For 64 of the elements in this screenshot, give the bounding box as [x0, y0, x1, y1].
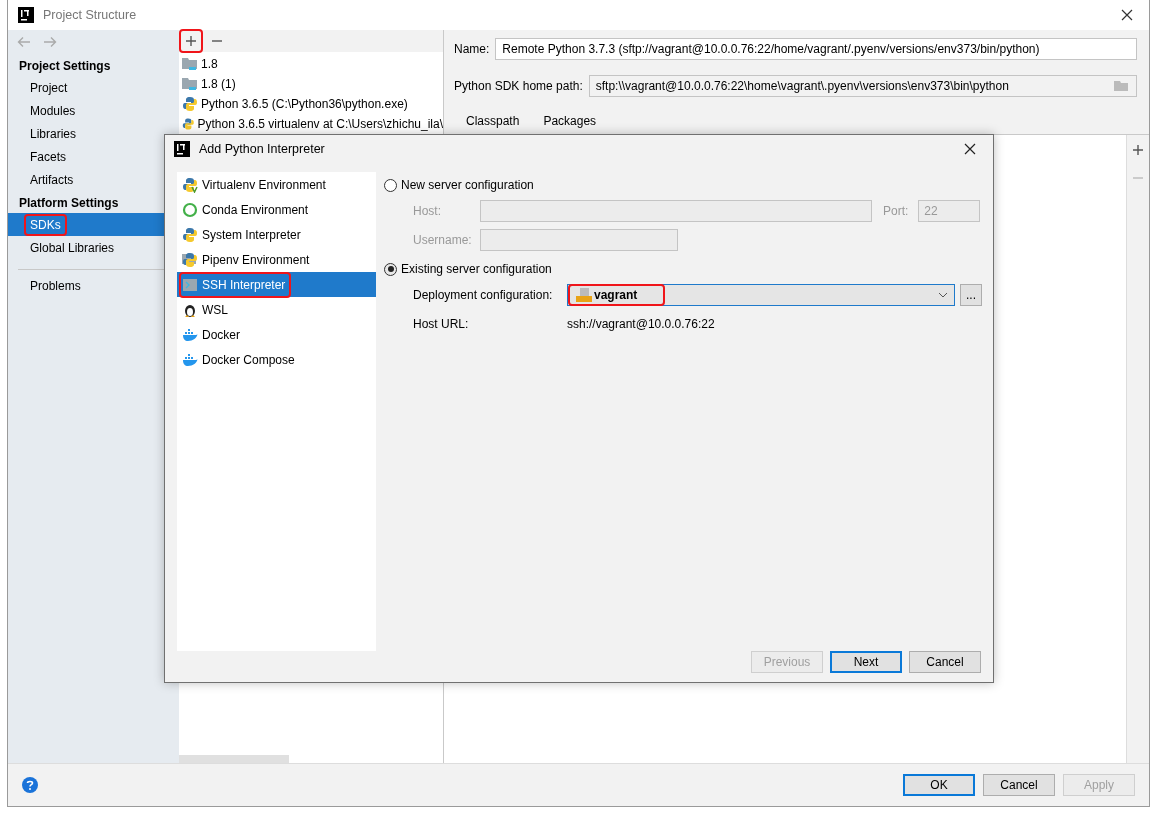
dialog-button[interactable]: Next [830, 651, 902, 673]
username-field[interactable] [480, 229, 678, 251]
python-icon [182, 176, 198, 193]
add-button[interactable] [181, 31, 201, 51]
sidebar-item[interactable]: Modules [8, 99, 179, 122]
field-label: Port: [883, 204, 909, 218]
folder-icon [182, 57, 198, 71]
host-field[interactable] [480, 200, 872, 222]
host-url-value: ssh://vagrant@10.0.0.76:22 [567, 317, 715, 331]
interpreter-type-item[interactable]: Conda Environment [177, 197, 376, 222]
tab[interactable]: Classpath [466, 114, 520, 128]
dropdown-caret-icon [938, 292, 948, 298]
interpreter-type-item[interactable]: Docker [177, 322, 376, 347]
sdk-list-item[interactable]: Python 3.6.5 (C:\Python36\python.exe) [201, 97, 408, 111]
ring-icon [182, 201, 198, 218]
field-label: Name: [454, 42, 490, 56]
interpreter-type-item[interactable]: Docker Compose [177, 347, 376, 372]
name-field[interactable]: Remote Python 3.7.3 (sftp://vagrant@10.0.0.76:22/home/vagrant/.pyenv/versions/env373/bin/python) [495, 38, 1137, 60]
radio-option[interactable]: Existing server configuration [384, 256, 552, 282]
add-icon [186, 36, 196, 46]
section-heading: Platform Settings [18, 195, 120, 212]
browse-button[interactable]: ... [960, 284, 982, 306]
dialog-button[interactable]: Cancel [983, 774, 1055, 796]
app-logo-icon [18, 7, 34, 23]
whale-icon [182, 351, 198, 368]
field-label: Username: [413, 233, 473, 247]
interpreter-type-item[interactable]: System Interpreter [177, 222, 376, 247]
deployment-dropdown[interactable]: vagrant [567, 284, 955, 306]
sdk-list-item[interactable]: 1.8 (1) [201, 77, 236, 91]
scrollbar-thumb[interactable] [179, 755, 289, 763]
app-logo-icon [174, 141, 190, 157]
field-label: Host: [413, 204, 442, 218]
dialog-title: Add Python Interpreter [199, 142, 326, 156]
dialog-button[interactable]: OK [903, 774, 975, 796]
sdk-list-item[interactable]: 1.8 [201, 57, 218, 71]
python-icon [182, 251, 198, 268]
field-label: Host URL: [413, 317, 470, 331]
section-heading: Project Settings [18, 58, 112, 75]
terminal-icon [182, 276, 198, 293]
python-icon [182, 96, 198, 112]
tab[interactable]: Packages [543, 114, 597, 128]
interpreter-type-item[interactable]: SSH Interpreter [177, 272, 376, 297]
field-label: Python SDK home path: [454, 79, 583, 93]
folder-icon [182, 77, 198, 91]
add-icon[interactable] [1133, 145, 1143, 155]
help-icon[interactable] [21, 776, 39, 794]
sdk-home-path-field[interactable]: sftp:\\vagrant@10.0.0.76:22\home\vagrant\.pyenv\versions\env373\bin\python [588, 75, 1137, 97]
forward-arrow-icon[interactable] [43, 36, 57, 48]
interpreter-type-item[interactable]: Pipenv Environment [177, 247, 376, 272]
close-icon[interactable] [1121, 9, 1133, 21]
field-label: Deployment configuration: [413, 288, 554, 302]
sdk-list-item[interactable]: Python 3.6.5 virtualenv at C:\Users\zhichu_ila\ [197, 117, 443, 131]
python-icon [182, 226, 198, 243]
python-icon [182, 116, 195, 132]
folder-icon[interactable] [1114, 80, 1130, 92]
back-arrow-icon[interactable] [17, 36, 31, 48]
interpreter-type-item[interactable]: WSL [177, 297, 376, 322]
radio-option[interactable]: New server configuration [384, 172, 534, 198]
dialog-button[interactable]: Cancel [909, 651, 981, 673]
interpreter-type-item[interactable]: Virtualenv Environment [177, 172, 376, 197]
sidebar-item[interactable]: Project [8, 76, 179, 99]
close-icon[interactable] [964, 143, 976, 155]
window-title: Project Structure [43, 8, 138, 22]
whale-icon [182, 326, 198, 343]
